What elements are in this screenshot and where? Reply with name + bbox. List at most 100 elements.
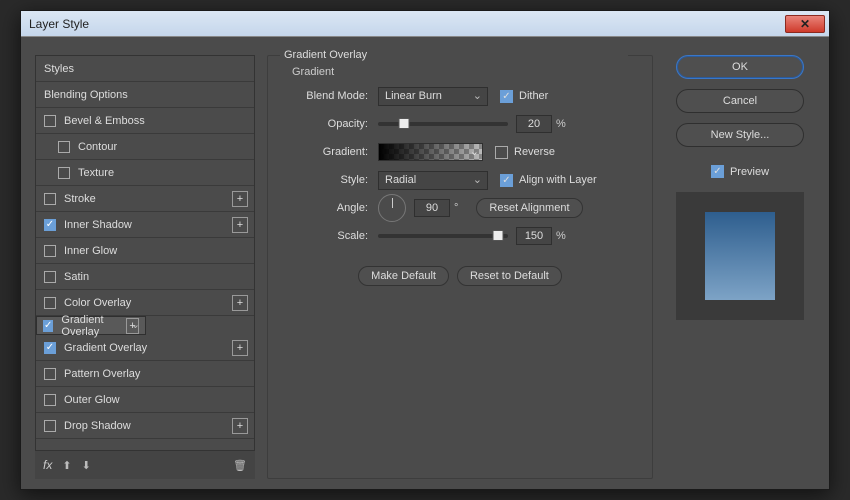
angle-input[interactable]: 90 xyxy=(414,199,450,217)
style-label: Gradient Overlay xyxy=(61,314,126,338)
styles-sidebar: Styles Blending Options Bevel & Emboss Cont… xyxy=(35,55,255,479)
style-checkbox[interactable] xyxy=(43,320,53,332)
style-row-pattern-overlay[interactable]: Pattern Overlay xyxy=(36,361,254,387)
scale-slider[interactable] xyxy=(378,234,508,238)
add-effect-icon[interactable]: + xyxy=(232,217,248,233)
opacity-slider[interactable] xyxy=(378,122,508,126)
style-checkbox[interactable] xyxy=(44,115,56,127)
close-button[interactable]: ✕ xyxy=(785,15,825,33)
window-title: Layer Style xyxy=(29,17,89,31)
styles-list: Styles Blending Options Bevel & Emboss Cont… xyxy=(35,55,255,451)
ok-button[interactable]: OK xyxy=(676,55,804,79)
blend-mode-select[interactable]: Linear Burn xyxy=(378,87,488,106)
preview-pane xyxy=(676,192,804,320)
style-label: Inner Glow xyxy=(64,245,117,257)
layer-style-dialog: Layer Style ✕ Styles Blending Options Beve… xyxy=(20,10,830,490)
style-checkbox[interactable] xyxy=(44,394,56,406)
scale-label: Scale: xyxy=(286,230,378,242)
reverse-checkbox[interactable] xyxy=(495,146,508,159)
sidebar-footer: fx ⬆ ⬇ 🗑 xyxy=(35,451,255,479)
style-row-gradient-overlay[interactable]: Gradient Overlay+ xyxy=(36,316,146,335)
reset-default-button[interactable]: Reset to Default xyxy=(457,266,562,286)
style-row-gradient-overlay[interactable]: Gradient Overlay + xyxy=(36,335,254,361)
style-checkbox[interactable] xyxy=(44,368,56,380)
style-row-blending-options[interactable]: Blending Options xyxy=(36,82,254,108)
style-label: Inner Shadow xyxy=(64,219,132,231)
style-label: Style: xyxy=(286,174,378,186)
style-row-inner-glow[interactable]: Inner Glow xyxy=(36,238,254,264)
preview-swatch xyxy=(705,212,775,300)
scale-thumb[interactable] xyxy=(492,230,503,241)
gradient-picker[interactable] xyxy=(378,143,483,161)
scale-input[interactable]: 150 xyxy=(516,227,552,245)
style-row-texture[interactable]: Texture xyxy=(36,160,254,186)
style-select[interactable]: Radial xyxy=(378,171,488,190)
style-row-outer-glow[interactable]: Outer Glow xyxy=(36,387,254,413)
style-label: Drop Shadow xyxy=(64,420,131,432)
style-checkbox[interactable] xyxy=(44,219,56,231)
style-value: Radial xyxy=(385,174,416,186)
style-checkbox[interactable] xyxy=(44,342,56,354)
style-checkbox[interactable] xyxy=(44,245,56,257)
style-label: Outer Glow xyxy=(64,394,120,406)
style-row-color-overlay[interactable]: Color Overlay + xyxy=(36,290,254,316)
scale-unit: % xyxy=(556,230,566,242)
add-effect-icon[interactable]: + xyxy=(232,418,248,434)
style-label: Pattern Overlay xyxy=(64,368,140,380)
style-checkbox[interactable] xyxy=(44,297,56,309)
dither-checkbox[interactable] xyxy=(500,90,513,103)
add-effect-icon[interactable]: + xyxy=(232,191,248,207)
angle-label: Angle: xyxy=(286,202,378,214)
style-row-contour[interactable]: Contour xyxy=(36,134,254,160)
opacity-input[interactable]: 20 xyxy=(516,115,552,133)
add-effect-icon[interactable]: + xyxy=(232,295,248,311)
style-checkbox[interactable] xyxy=(44,193,56,205)
cancel-button[interactable]: Cancel xyxy=(676,89,804,113)
add-effect-icon[interactable]: + xyxy=(126,318,139,334)
angle-dial[interactable] xyxy=(378,194,406,222)
style-checkbox[interactable] xyxy=(58,167,70,179)
style-label: Color Overlay xyxy=(64,297,131,309)
gradient-label: Gradient: xyxy=(286,146,378,158)
align-checkbox[interactable] xyxy=(500,174,513,187)
titlebar[interactable]: Layer Style ✕ xyxy=(21,11,829,37)
gradient-overlay-panel: Gradient Overlay Gradient Blend Mode: Li… xyxy=(267,55,653,479)
style-row-satin[interactable]: Satin xyxy=(36,264,254,290)
style-label: Texture xyxy=(78,167,114,179)
align-label: Align with Layer xyxy=(519,174,597,186)
style-label: Blending Options xyxy=(44,89,128,101)
style-row-bevel-emboss[interactable]: Bevel & Emboss xyxy=(36,108,254,134)
opacity-label: Opacity: xyxy=(286,118,378,130)
reset-alignment-button[interactable]: Reset Alignment xyxy=(476,198,582,218)
style-label: Contour xyxy=(78,141,117,153)
new-style-button[interactable]: New Style... xyxy=(676,123,804,147)
opacity-unit: % xyxy=(556,118,566,130)
fx-icon[interactable]: fx xyxy=(43,458,52,472)
style-row-stroke[interactable]: Stroke+ xyxy=(36,186,254,212)
style-row-inner-shadow[interactable]: Inner Shadow + xyxy=(36,212,254,238)
dither-label: Dither xyxy=(519,90,548,102)
reverse-label: Reverse xyxy=(514,146,555,158)
move-down-icon[interactable]: ⬇ xyxy=(82,459,91,472)
action-column: OK Cancel New Style... Preview xyxy=(665,55,815,479)
style-checkbox[interactable] xyxy=(58,141,70,153)
blend-mode-value: Linear Burn xyxy=(385,90,442,102)
add-effect-icon[interactable]: + xyxy=(232,340,248,356)
style-label: Gradient Overlay xyxy=(64,342,147,354)
panel-subheading: Gradient xyxy=(292,66,634,78)
trash-icon[interactable]: 🗑 xyxy=(233,459,247,472)
style-row-styles[interactable]: Styles xyxy=(36,56,254,82)
make-default-button[interactable]: Make Default xyxy=(358,266,449,286)
style-label: Bevel & Emboss xyxy=(64,115,145,127)
opacity-thumb[interactable] xyxy=(399,118,410,129)
style-row-drop-shadow[interactable]: Drop Shadow + xyxy=(36,413,254,439)
style-checkbox[interactable] xyxy=(44,271,56,283)
panel-heading: Gradient Overlay xyxy=(280,49,628,61)
blend-mode-label: Blend Mode: xyxy=(286,90,378,102)
angle-unit: ° xyxy=(454,202,458,214)
style-checkbox[interactable] xyxy=(44,420,56,432)
preview-checkbox[interactable] xyxy=(711,165,724,178)
close-icon: ✕ xyxy=(800,17,810,31)
style-label: Satin xyxy=(64,271,89,283)
move-up-icon[interactable]: ⬆ xyxy=(62,459,71,472)
